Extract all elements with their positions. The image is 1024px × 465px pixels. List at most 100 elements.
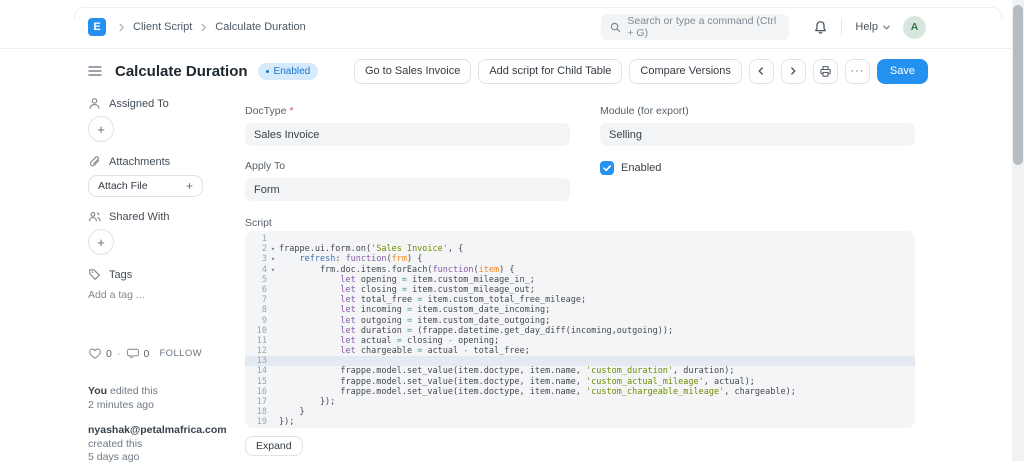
code-line-19[interactable]: 19});: [245, 417, 915, 427]
notifications-button[interactable]: [813, 20, 828, 35]
shared-with-section: Shared With: [88, 210, 233, 223]
module-field: Module (for export) Selling: [600, 105, 915, 146]
created-time: 5 days ago: [88, 451, 140, 463]
compare-versions-button[interactable]: Compare Versions: [629, 58, 742, 84]
code-line-7[interactable]: 7 let total_free = item.custom_total_fre…: [245, 295, 915, 305]
code-line-8[interactable]: 8 let incoming = item.custom_date_incomi…: [245, 305, 915, 315]
ellipsis-icon: ···: [850, 64, 865, 77]
breadcrumb-item-calculate-duration[interactable]: Calculate Duration: [215, 21, 306, 33]
attach-file-button[interactable]: Attach File +: [88, 175, 203, 197]
code-line-18[interactable]: 18 }: [245, 407, 915, 417]
breadcrumb: Client Script Calculate Duration: [117, 21, 306, 33]
line-number-gutter: 18: [256, 407, 267, 418]
paperclip-icon: [88, 155, 101, 168]
chevron-left-icon: [756, 66, 766, 76]
page-title: Calculate Duration: [115, 62, 248, 80]
edited-by: You: [88, 385, 108, 397]
user-avatar[interactable]: A: [903, 15, 926, 39]
code-line-2[interactable]: 2 ▾ frappe.ui.form.on('Sales Invoice', {: [245, 244, 915, 254]
created-action: created this: [88, 437, 143, 450]
code-line-14[interactable]: 14 frappe.model.set_value(item.doctype, …: [245, 366, 915, 376]
line-number-gutter: 9: [261, 315, 267, 326]
heart-icon[interactable]: [88, 347, 102, 360]
add-share-button[interactable]: +: [88, 229, 114, 255]
follow-button[interactable]: FOLLOW: [159, 348, 202, 359]
app-logo-letter: E: [93, 21, 101, 33]
line-number-gutter: 17: [256, 397, 267, 407]
scrollbar-thumb[interactable]: [1013, 5, 1023, 165]
dot-separator: ·: [116, 347, 121, 360]
status-badge: Enabled: [257, 62, 319, 80]
navbar: E Client Script Calculate Duration Searc…: [0, 0, 1024, 49]
expand-editor-button[interactable]: Expand: [245, 436, 303, 456]
line-number-gutter: 12: [256, 346, 267, 357]
apply-to-input[interactable]: Form: [245, 178, 570, 201]
line-number-gutter: 1: [261, 234, 267, 244]
code-line-16[interactable]: 16 frappe.model.set_value(item.doctype, …: [245, 387, 915, 397]
line-number-gutter: 2 ▾: [245, 244, 279, 254]
code-line-3[interactable]: 3 ▾ refresh: function(frm) {: [245, 254, 915, 264]
code-line-1[interactable]: 1: [245, 234, 915, 244]
code-fold-icon[interactable]: ▾: [267, 254, 279, 264]
add-assignment-button[interactable]: +: [88, 116, 114, 142]
line-number-gutter: 13: [256, 356, 267, 367]
enabled-checkbox[interactable]: [600, 161, 614, 175]
code-line-11[interactable]: 11 let actual = closing - opening;: [245, 336, 915, 346]
code-line-15[interactable]: 15 frappe.model.set_value(item.doctype, …: [245, 377, 915, 387]
sidebar-toggle-button[interactable]: [88, 63, 102, 79]
assigned-to-label: Assigned To: [109, 97, 169, 110]
created-by: nyashak@petalmafrica.com: [88, 424, 227, 436]
apply-to-label: Apply To: [245, 160, 286, 172]
code-fold-icon[interactable]: ▾: [267, 244, 279, 254]
line-number-gutter: 19: [256, 417, 267, 428]
comment-icon[interactable]: [126, 347, 140, 360]
code-line-9[interactable]: 9 let outgoing = item.custom_date_outgoi…: [245, 316, 915, 326]
plus-icon: +: [97, 234, 105, 250]
code-lines: 1 2 ▾ frappe.ui.form.on('Sales Invoice', {3…: [245, 234, 915, 428]
line-number-gutter: 14: [256, 366, 267, 377]
global-search-input[interactable]: Search or type a command (Ctrl + G): [601, 14, 790, 40]
code-line-10[interactable]: 10 let duration = (frappe.datetime.get_d…: [245, 326, 915, 336]
breadcrumb-item-client-script[interactable]: Client Script: [133, 21, 192, 33]
hamburger-icon: [88, 65, 102, 77]
apply-to-field: Apply To Form: [245, 160, 570, 201]
document-sidebar: Assigned To + Attachments Attach File + …: [88, 97, 233, 465]
module-input[interactable]: Selling: [600, 123, 915, 146]
code-line-12[interactable]: 12 let chargeable = actual - total_free;: [245, 346, 915, 356]
print-button[interactable]: [812, 58, 838, 84]
doctype-input[interactable]: Sales Invoice: [245, 123, 570, 146]
check-icon: [602, 163, 612, 173]
add-tag-input[interactable]: Add a tag ...: [88, 289, 233, 301]
enabled-label: Enabled: [621, 162, 662, 174]
line-number-gutter: 11: [256, 335, 267, 346]
add-script-for-child-table-button[interactable]: Add script for Child Table: [478, 58, 623, 84]
menu-button[interactable]: ···: [844, 58, 870, 84]
scrollbar-track[interactable]: [1012, 0, 1024, 461]
code-line-4[interactable]: 4 ▾ frm.doc.items.forEach(function(item) …: [245, 265, 915, 275]
navbar-divider: [841, 19, 843, 35]
edited-line: You edited this: [88, 385, 233, 399]
search-icon: [610, 22, 621, 33]
script-code-editor[interactable]: 1 2 ▾ frappe.ui.form.on('Sales Invoice', {3…: [245, 231, 915, 428]
save-button[interactable]: Save: [876, 58, 928, 84]
status-badge-label: Enabled: [273, 65, 311, 77]
tag-icon: [88, 268, 101, 281]
help-menu-button[interactable]: Help: [855, 21, 891, 33]
form-column-left: DocType * Sales Invoice Apply To Form: [245, 105, 570, 201]
code-line-6[interactable]: 6 let closing = item.custom_mileage_out;: [245, 285, 915, 295]
next-document-button[interactable]: [780, 58, 806, 84]
chevron-right-icon: [199, 23, 208, 32]
search-placeholder: Search or type a command (Ctrl + G): [627, 15, 777, 39]
edited-time: 2 minutes ago: [88, 398, 154, 411]
bell-icon: [813, 20, 828, 35]
page-header: Calculate Duration Enabled Go to Sales I…: [0, 56, 1024, 86]
status-dot-icon: [265, 69, 269, 73]
line-number-gutter: 7: [261, 295, 267, 306]
code-line-5[interactable]: 5 let opening = item.custom_mileage_in_;: [245, 275, 915, 285]
code-line-17[interactable]: 17 });: [245, 397, 915, 407]
code-line-13[interactable]: 13: [245, 356, 915, 367]
go-to-sales-invoice-button[interactable]: Go to Sales Invoice: [353, 58, 472, 84]
code-fold-icon[interactable]: ▾: [267, 265, 279, 275]
app-logo[interactable]: E: [88, 18, 106, 36]
previous-document-button[interactable]: [748, 58, 774, 84]
